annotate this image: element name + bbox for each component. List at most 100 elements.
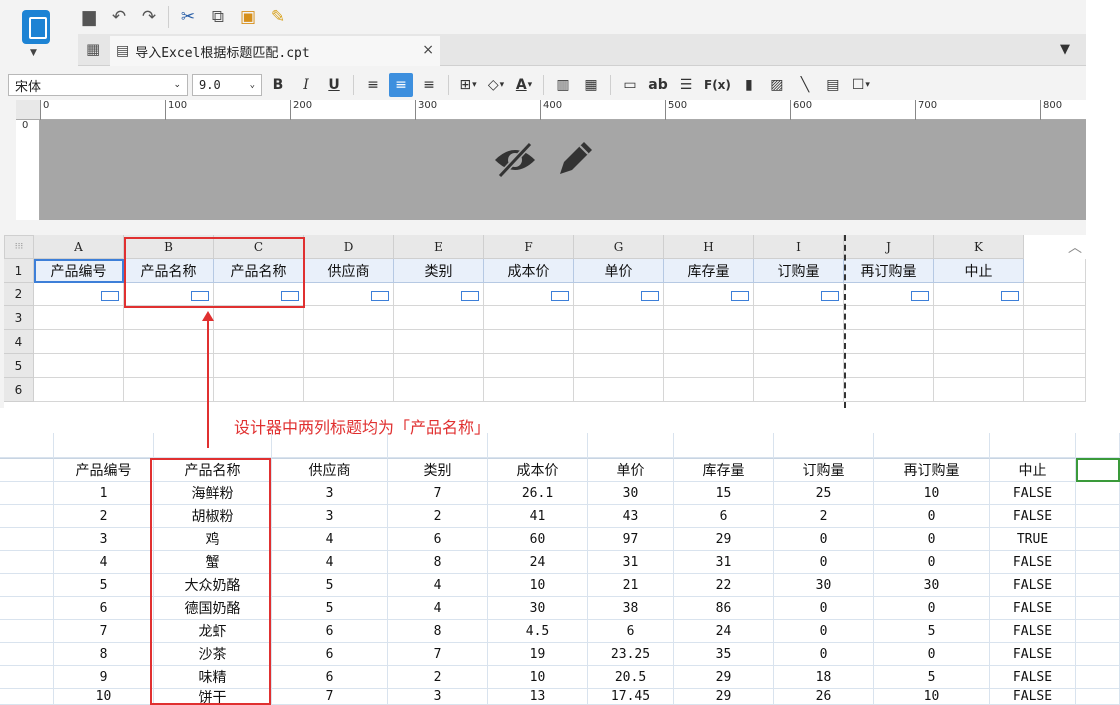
excel-data-cell[interactable]: 60	[488, 528, 588, 551]
excel-cell[interactable]	[1076, 482, 1120, 505]
excel-data-cell[interactable]: 7	[388, 482, 488, 505]
active-cell[interactable]	[1076, 458, 1120, 482]
excel-cell[interactable]	[1076, 666, 1120, 689]
excel-data-cell[interactable]: 31	[588, 551, 674, 574]
excel-cell[interactable]	[774, 433, 874, 458]
font-family-select[interactable]: 宋体 ⌄	[8, 74, 188, 96]
row-header[interactable]: 5	[4, 354, 34, 378]
excel-data-cell[interactable]: 30	[488, 597, 588, 620]
excel-cell[interactable]	[1076, 528, 1120, 551]
excel-data-cell[interactable]: 1	[54, 482, 154, 505]
grid-cell[interactable]	[574, 306, 664, 330]
excel-data-cell[interactable]: 29	[674, 666, 774, 689]
column-header[interactable]: I	[754, 235, 844, 259]
grid-cell[interactable]	[214, 330, 304, 354]
row-header[interactable]: 1	[4, 259, 34, 283]
excel-cell[interactable]	[1076, 643, 1120, 666]
column-header[interactable]: D	[304, 235, 394, 259]
grid-cell[interactable]	[34, 354, 124, 378]
excel-data-cell[interactable]: 30	[874, 574, 990, 597]
excel-data-cell[interactable]: 31	[674, 551, 774, 574]
excel-data-cell[interactable]: 24	[674, 620, 774, 643]
excel-data-cell[interactable]: 38	[588, 597, 674, 620]
grid-cell[interactable]	[664, 354, 754, 378]
excel-data-cell[interactable]: 22	[674, 574, 774, 597]
excel-cell[interactable]	[0, 433, 54, 458]
grid-cell[interactable]	[124, 330, 214, 354]
excel-data-cell[interactable]: 0	[874, 551, 990, 574]
column-header[interactable]: K	[934, 235, 1024, 259]
excel-data-cell[interactable]: FALSE	[990, 689, 1076, 705]
excel-data-cell[interactable]: 10	[488, 666, 588, 689]
grid-cell[interactable]	[394, 330, 484, 354]
grid-cell[interactable]	[754, 330, 844, 354]
excel-data-cell[interactable]: 10	[874, 689, 990, 705]
scroll-up-icon[interactable]: ︿	[1068, 237, 1082, 257]
grid-cell[interactable]	[664, 378, 754, 402]
insert-formula-button[interactable]: F(x)	[702, 73, 733, 97]
excel-data-cell[interactable]: 7	[54, 620, 154, 643]
excel-cell[interactable]	[0, 458, 54, 482]
title-cell[interactable]: 中止	[934, 259, 1024, 283]
grid-view-icon[interactable]: ▦	[86, 40, 100, 58]
title-cell[interactable]: 再订购量	[844, 259, 934, 283]
excel-data-cell[interactable]: 2	[774, 505, 874, 528]
merge-cells-icon[interactable]: ▥	[551, 73, 575, 97]
excel-cell[interactable]	[0, 666, 54, 689]
excel-data-cell[interactable]: 6	[272, 620, 388, 643]
title-cell[interactable]: 类别	[394, 259, 484, 283]
grid-cell[interactable]	[34, 306, 124, 330]
grid-cell[interactable]	[844, 354, 934, 378]
excel-cell[interactable]	[0, 689, 54, 705]
excel-data-cell[interactable]: 2	[388, 505, 488, 528]
excel-cell[interactable]	[1076, 551, 1120, 574]
excel-cell[interactable]	[0, 597, 54, 620]
data-cell[interactable]	[304, 283, 394, 306]
excel-data-cell[interactable]: 23.25	[588, 643, 674, 666]
excel-data-cell[interactable]: 7	[388, 643, 488, 666]
row-header[interactable]: 6	[4, 378, 34, 402]
excel-data-cell[interactable]: 0	[874, 597, 990, 620]
excel-cell[interactable]	[0, 643, 54, 666]
excel-data-cell[interactable]: 3	[388, 689, 488, 705]
excel-cell[interactable]	[0, 528, 54, 551]
excel-data-cell[interactable]: 17.45	[588, 689, 674, 705]
excel-data-cell[interactable]: 4	[272, 551, 388, 574]
bold-button[interactable]: B	[266, 73, 290, 97]
grid-cell[interactable]	[304, 354, 394, 378]
copy-icon[interactable]: ⧉	[207, 6, 229, 28]
excel-cell[interactable]	[874, 433, 990, 458]
grid-cell[interactable]	[1024, 330, 1086, 354]
grid-cell[interactable]	[124, 378, 214, 402]
excel-header-cell[interactable]: 再订购量	[874, 458, 990, 482]
redo-icon[interactable]: ↷	[138, 6, 160, 28]
grid-cell[interactable]	[844, 378, 934, 402]
excel-data-cell[interactable]: FALSE	[990, 643, 1076, 666]
align-right-icon[interactable]: ≡	[417, 73, 441, 97]
insert-chart-icon[interactable]: ▮	[737, 73, 761, 97]
excel-data-cell[interactable]: 0	[774, 597, 874, 620]
excel-cell[interactable]	[1076, 505, 1120, 528]
row-header[interactable]: 2	[4, 283, 34, 306]
excel-data-cell[interactable]: 41	[488, 505, 588, 528]
insert-data-column-icon[interactable]: ▭	[618, 73, 642, 97]
grid-cell[interactable]	[304, 306, 394, 330]
excel-data-cell[interactable]: 4	[272, 528, 388, 551]
excel-data-cell[interactable]: 20.5	[588, 666, 674, 689]
excel-data-cell[interactable]: FALSE	[990, 666, 1076, 689]
panel-menu-icon[interactable]: ▼	[1060, 42, 1070, 57]
excel-data-cell[interactable]: 5	[272, 597, 388, 620]
align-left-icon[interactable]: ≡	[361, 73, 385, 97]
column-header[interactable]: A	[34, 235, 124, 259]
excel-cell[interactable]	[1076, 597, 1120, 620]
grid-cell[interactable]	[484, 378, 574, 402]
grid-cell[interactable]	[1024, 354, 1086, 378]
grid-cell[interactable]	[1024, 378, 1086, 402]
excel-data-cell[interactable]: 24	[488, 551, 588, 574]
excel-data-cell[interactable]: 35	[674, 643, 774, 666]
data-cell[interactable]	[394, 283, 484, 306]
close-tab-icon[interactable]: ×	[422, 42, 434, 58]
excel-data-cell[interactable]: FALSE	[990, 551, 1076, 574]
title-cell[interactable]: 单价	[574, 259, 664, 283]
grid-cell[interactable]	[394, 354, 484, 378]
